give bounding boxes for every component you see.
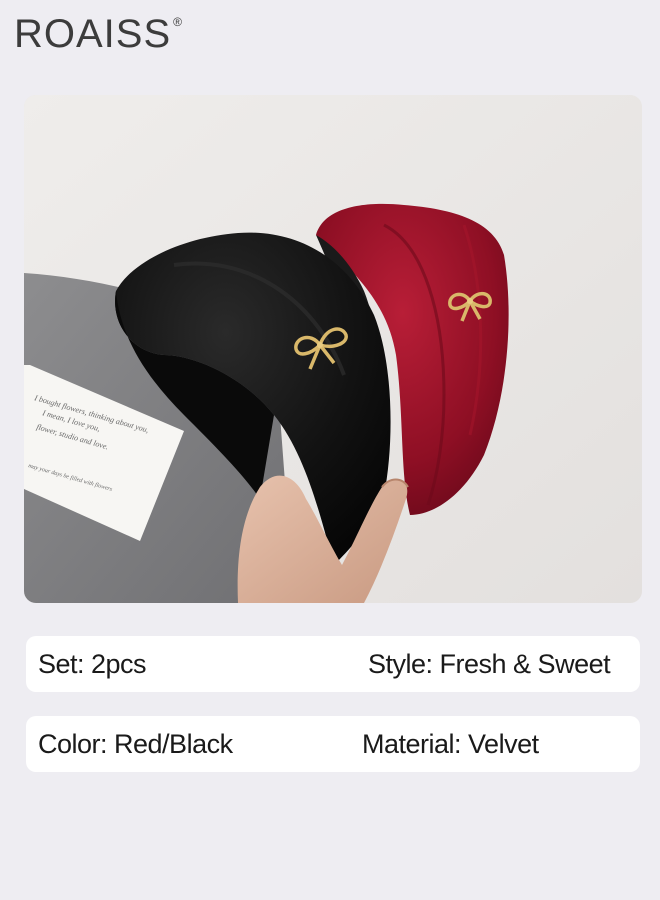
spec-set: Set: 2pcs [38, 649, 147, 679]
spec-color: Color: Red/Black [38, 729, 233, 759]
spec-row-2: Color: Red/Black Material: Velvet [26, 716, 640, 772]
spec-style: Style: Fresh & Sweet [368, 649, 611, 679]
registered-mark: ® [173, 15, 183, 29]
spec-material: Material: Velvet [362, 729, 539, 759]
product-photo: I bought flowers, thinking about you, I … [24, 95, 642, 603]
brand-logo: ROAISS ® [14, 14, 183, 54]
spec-row-1: Set: 2pcs Style: Fresh & Sweet [26, 636, 640, 692]
brand-name: ROAISS [14, 12, 172, 56]
